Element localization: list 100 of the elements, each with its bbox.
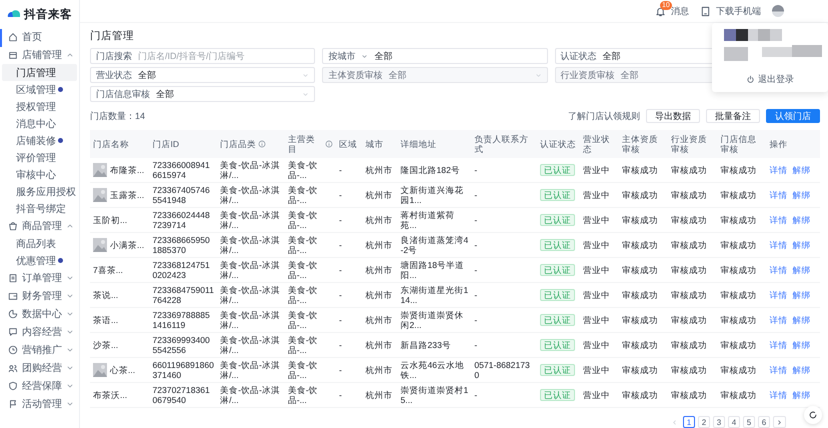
sidebar-item[interactable]: 店铺管理 xyxy=(0,46,79,64)
table-cell: - xyxy=(471,182,537,208)
table-cell: 审核成功 xyxy=(668,332,718,358)
table-cell: 6601196891860371460 xyxy=(149,358,218,382)
page-button[interactable]: 5 xyxy=(743,416,755,428)
sidebar-subitem[interactable]: 消息中心 xyxy=(2,115,77,132)
phone-icon[interactable] xyxy=(700,6,711,16)
column-header: 主体资质审核 xyxy=(622,134,659,154)
action-link[interactable]: 详情 xyxy=(770,165,788,175)
action-link[interactable]: 详情 xyxy=(770,365,788,375)
column-header: 行业资质审核 xyxy=(671,134,708,154)
action-link[interactable]: 详情 xyxy=(770,265,788,275)
table-cell: 美食-饮品-... xyxy=(284,308,336,332)
action-link[interactable]: 解绑 xyxy=(792,340,811,350)
table-cell: 营业中 xyxy=(580,358,619,382)
search-input[interactable]: 门店名/ID/抖音号/门店编号 xyxy=(138,51,310,61)
sidebar-item[interactable]: 团购经营 xyxy=(0,359,79,377)
next-page-button[interactable] xyxy=(773,416,786,428)
sidebar-item[interactable]: 营销推广 xyxy=(0,341,79,359)
sidebar-item[interactable]: 数据中心 xyxy=(0,305,79,323)
page-button[interactable]: 3 xyxy=(713,416,725,428)
rules-link[interactable]: 了解门店认领规则 xyxy=(568,110,640,122)
sidebar-subitem[interactable]: 审核中心 xyxy=(2,166,77,183)
action-link[interactable]: 解绑 xyxy=(792,365,811,375)
city-select[interactable]: 按城市 全部 xyxy=(322,48,548,64)
table-cell: 7237027183610679540 xyxy=(149,382,218,408)
sidebar-subitem[interactable]: 商品列表 xyxy=(2,235,77,252)
store-name: 茶说... xyxy=(93,290,118,300)
avatar[interactable] xyxy=(772,5,784,17)
claim-store-button[interactable]: 认领门店 xyxy=(766,109,820,123)
action-link[interactable]: 详情 xyxy=(770,215,788,225)
sidebar-item[interactable]: 活动管理 xyxy=(0,395,79,413)
table-cell: 崇贤街道崇贤休闲2... xyxy=(398,308,472,332)
table-cell: - xyxy=(471,158,537,182)
download-app-link[interactable]: 下载手机端 xyxy=(716,4,761,18)
action-link[interactable]: 解绑 xyxy=(792,265,811,275)
status-tag: 已认证 xyxy=(540,389,575,401)
action-link[interactable]: 解绑 xyxy=(792,165,811,175)
page-button[interactable]: 2 xyxy=(698,416,710,428)
table-cell: - xyxy=(336,358,363,382)
table-cell: - xyxy=(336,258,363,282)
table-cell: 杭州市 xyxy=(362,232,398,258)
table-cell: 审核成功 xyxy=(618,308,668,332)
sidebar-subitem[interactable]: 优惠管理 xyxy=(2,252,77,269)
table-cell: 审核成功 xyxy=(668,282,718,308)
sidebar-item[interactable]: 财务管理 xyxy=(0,287,79,305)
table-cell: 审核成功 xyxy=(618,332,668,358)
bell-icon[interactable] xyxy=(655,6,666,16)
sidebar-subitem[interactable]: 服务应用授权 xyxy=(2,183,77,200)
select-field[interactable]: 门店信息审核 全部 xyxy=(90,86,316,102)
table-cell: 审核成功 xyxy=(717,308,767,332)
table-cell: 审核成功 xyxy=(618,258,668,282)
table-cell: 隆国北路182号 xyxy=(398,158,472,182)
table-cell: 审核成功 xyxy=(717,258,767,282)
table-cell: 蒋村街道紫荷苑... xyxy=(398,208,472,232)
sidebar-subitem[interactable]: 区域管理 xyxy=(2,81,77,98)
sidebar-subitem[interactable]: 评价管理 xyxy=(2,149,77,166)
sidebar-item[interactable]: 商品管理 xyxy=(0,217,79,235)
table-cell: - xyxy=(336,332,363,358)
action-link[interactable]: 解绑 xyxy=(792,290,811,300)
sidebar-subitem[interactable]: 店铺装修 xyxy=(2,132,77,149)
loading-button[interactable] xyxy=(804,406,822,424)
action-link[interactable]: 解绑 xyxy=(792,215,811,225)
table-cell: 杭州市 xyxy=(362,182,398,208)
action-button[interactable]: 导出数据 xyxy=(646,109,700,123)
messages-link[interactable]: 消息 xyxy=(671,4,689,18)
action-button[interactable]: 批量备注 xyxy=(706,109,760,123)
action-link[interactable]: 详情 xyxy=(770,340,788,350)
sidebar-item[interactable]: 首页 xyxy=(0,28,79,46)
select-field[interactable]: 营业状态 全部 xyxy=(90,67,316,83)
table-cell: 审核成功 xyxy=(618,208,668,232)
table-cell: 新昌路233号 xyxy=(398,332,472,358)
page-button[interactable]: 1 xyxy=(683,416,695,428)
sidebar-item[interactable]: 内容经营 xyxy=(0,323,79,341)
table-cell: 营业中 xyxy=(580,282,619,308)
action-link[interactable]: 解绑 xyxy=(792,315,811,325)
action-link[interactable]: 解绑 xyxy=(792,190,811,200)
action-link[interactable]: 解绑 xyxy=(792,240,811,250)
action-link[interactable]: 详情 xyxy=(770,315,788,325)
table-cell: 美食-饮品-冰淇淋/... xyxy=(217,182,285,208)
action-link[interactable]: 解绑 xyxy=(792,390,811,400)
table-cell: 审核成功 xyxy=(618,382,668,408)
sidebar-item[interactable]: 经营保障 xyxy=(0,377,79,395)
page-button[interactable]: 6 xyxy=(758,416,770,428)
search-field[interactable]: 门店搜索 门店名/ID/抖音号/门店编号 xyxy=(90,48,316,64)
table-cell: 美食-饮品-冰淇淋/... xyxy=(217,208,285,232)
action-link[interactable]: 详情 xyxy=(770,190,788,200)
table-cell: 营业中 xyxy=(580,158,619,182)
action-link[interactable]: 详情 xyxy=(770,390,788,400)
table-cell: 杭州市 xyxy=(362,308,398,332)
sidebar-item[interactable]: 订单管理 xyxy=(0,269,79,287)
sidebar-subitem[interactable]: 授权管理 xyxy=(2,98,77,115)
page-button[interactable]: 4 xyxy=(728,416,740,428)
sidebar-subitem[interactable]: 抖音号绑定 xyxy=(2,200,77,217)
flag-icon xyxy=(8,399,18,409)
action-link[interactable]: 详情 xyxy=(770,240,788,250)
column-header: 门店品类 xyxy=(220,139,256,149)
action-link[interactable]: 详情 xyxy=(770,290,788,300)
table-cell: 杭州市 xyxy=(362,332,398,358)
sidebar-subitem[interactable]: 门店管理 xyxy=(2,64,77,81)
